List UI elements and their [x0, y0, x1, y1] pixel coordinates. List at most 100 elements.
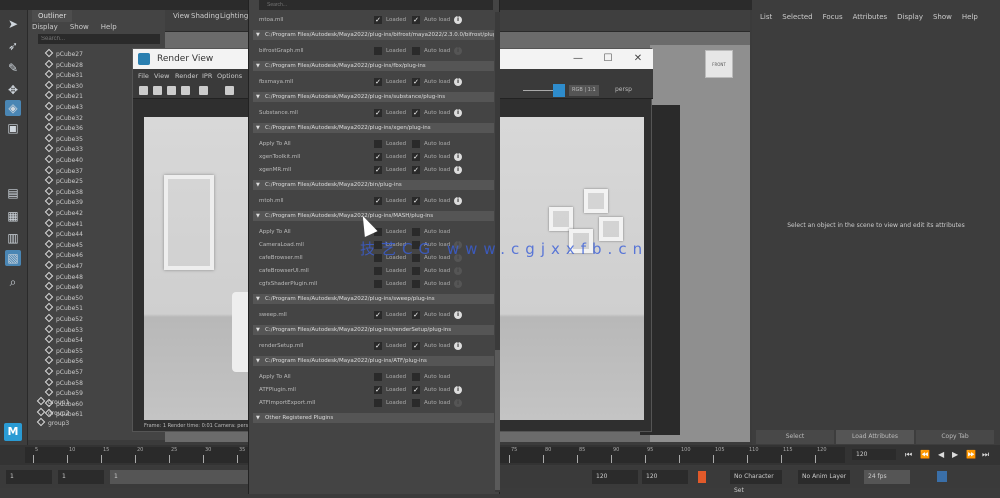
- outliner-item[interactable]: pCube51: [44, 303, 83, 314]
- info-icon[interactable]: i: [454, 109, 462, 117]
- info-icon[interactable]: i: [454, 153, 462, 161]
- menu-show[interactable]: Show: [933, 13, 952, 21]
- end-frame-field[interactable]: 120: [642, 470, 688, 484]
- autoload-checkbox[interactable]: [412, 140, 420, 148]
- plugin-filter-input[interactable]: [259, 0, 493, 10]
- start-frame-field[interactable]: 1: [6, 470, 52, 484]
- outliner-item[interactable]: pCube37: [44, 165, 83, 177]
- open-image-icon[interactable]: [139, 86, 148, 95]
- menu-help[interactable]: Help: [962, 13, 978, 21]
- plugin-path-header[interactable]: Other Registered Plugins: [253, 413, 494, 423]
- ipr-icon[interactable]: [225, 86, 234, 95]
- outliner-item[interactable]: pCube31: [44, 69, 83, 81]
- menu-file[interactable]: File: [138, 69, 149, 83]
- info-icon[interactable]: i: [454, 47, 462, 55]
- rotate-tool-icon[interactable]: ◈: [5, 100, 21, 116]
- loaded-checkbox[interactable]: ✓: [374, 386, 382, 394]
- outliner-item[interactable]: pCube30: [44, 80, 83, 92]
- loaded-checkbox[interactable]: ✓: [374, 78, 382, 86]
- loaded-checkbox[interactable]: [374, 280, 382, 288]
- autoload-checkbox[interactable]: [412, 47, 420, 55]
- info-icon[interactable]: i: [454, 267, 462, 275]
- auto-key-icon[interactable]: [698, 471, 706, 483]
- outliner-item[interactable]: pCube27: [44, 48, 83, 60]
- outliner-item[interactable]: pCube36: [44, 122, 83, 134]
- preferences-icon[interactable]: [937, 471, 947, 482]
- plugin-path-header[interactable]: C:/Program Files/Autodesk/Maya2022/plug-…: [253, 294, 494, 304]
- loaded-checkbox[interactable]: ✓: [374, 166, 382, 174]
- loaded-checkbox[interactable]: [374, 399, 382, 407]
- outliner-item[interactable]: pCube25: [44, 175, 83, 187]
- menu-view[interactable]: View: [173, 12, 190, 20]
- plugin-path-header[interactable]: C:/Program Files/Autodesk/Maya2022/bin/p…: [253, 180, 494, 190]
- outliner-group-item[interactable]: group2: [36, 407, 69, 419]
- go-to-start-button[interactable]: ⏮: [905, 450, 912, 460]
- menu-view[interactable]: View: [154, 69, 169, 83]
- step-back-button[interactable]: ⏪: [920, 450, 930, 459]
- save-image-icon[interactable]: [153, 86, 162, 95]
- info-icon[interactable]: i: [454, 166, 462, 174]
- search-icon[interactable]: ⌕: [5, 274, 21, 290]
- copy-tab-button[interactable]: Copy Tab: [916, 430, 994, 444]
- outliner-group-item[interactable]: group3: [36, 417, 69, 429]
- outliner-item[interactable]: pCube28: [44, 59, 83, 71]
- lasso-tool-icon[interactable]: ➶: [5, 38, 21, 54]
- outliner-item[interactable]: pCube57: [44, 366, 83, 378]
- paint-select-icon[interactable]: ✎: [5, 60, 21, 76]
- anim-end-field[interactable]: 120: [592, 470, 638, 484]
- autoload-checkbox[interactable]: ✓: [412, 342, 420, 350]
- info-icon[interactable]: i: [454, 386, 462, 394]
- loaded-checkbox[interactable]: ✓: [374, 311, 382, 319]
- outliner-item[interactable]: pCube50: [44, 292, 83, 304]
- menu-show[interactable]: Show: [70, 23, 89, 31]
- camera-readout[interactable]: persp: [615, 86, 632, 93]
- plugin-path-header[interactable]: C:/Program Files/Autodesk/Maya2022/plug-…: [253, 211, 494, 221]
- loaded-checkbox[interactable]: ✓: [374, 153, 382, 161]
- menu-options[interactable]: Options: [217, 69, 242, 83]
- outliner-item[interactable]: pCube40: [44, 154, 83, 166]
- viewcube[interactable]: FRONT: [705, 50, 733, 78]
- loaded-checkbox[interactable]: ✓: [374, 16, 382, 24]
- outliner-item[interactable]: pCube49: [44, 281, 83, 293]
- play-forward-button[interactable]: ▶: [952, 450, 958, 459]
- outliner-item[interactable]: pCube38: [44, 186, 83, 198]
- autoload-checkbox[interactable]: ✓: [412, 386, 420, 394]
- fps-dropdown[interactable]: 24 fps: [864, 470, 910, 484]
- autoload-checkbox[interactable]: [412, 228, 420, 236]
- autoload-checkbox[interactable]: ✓: [412, 109, 420, 117]
- info-icon[interactable]: i: [454, 280, 462, 288]
- load-attributes-button[interactable]: Load Attributes: [836, 430, 914, 444]
- plugin-path-header[interactable]: C:/Program Files/Autodesk/Maya2022/plug-…: [253, 123, 494, 133]
- menu-shading[interactable]: Shading: [191, 12, 219, 20]
- layout-outliner-icon[interactable]: ▧: [5, 250, 21, 266]
- autoload-checkbox[interactable]: ✓: [412, 166, 420, 174]
- menu-display[interactable]: Display: [32, 23, 58, 31]
- autoload-checkbox[interactable]: ✓: [412, 311, 420, 319]
- outliner-item[interactable]: pCube52: [44, 313, 83, 325]
- outliner-item[interactable]: pCube44: [44, 228, 83, 240]
- plugin-path-header[interactable]: C:/Program Files/Autodesk/Maya2022/plug-…: [253, 61, 494, 71]
- plugin-path-header[interactable]: C:/Program Files/Autodesk/Maya2022/plug-…: [253, 30, 494, 40]
- outliner-item[interactable]: pCube53: [44, 324, 83, 336]
- loaded-checkbox[interactable]: [374, 47, 382, 55]
- step-forward-button[interactable]: ⏩: [966, 450, 976, 459]
- loaded-checkbox[interactable]: [374, 140, 382, 148]
- loaded-checkbox[interactable]: ✓: [374, 197, 382, 205]
- layout-single-icon[interactable]: ▤: [5, 185, 21, 201]
- autoload-checkbox[interactable]: ✓: [412, 78, 420, 86]
- outliner-item[interactable]: pCube41: [44, 218, 83, 230]
- menu-lighting[interactable]: Lighting: [220, 12, 248, 20]
- outliner-item[interactable]: pCube45: [44, 239, 83, 251]
- select-button[interactable]: Select: [756, 430, 834, 444]
- info-icon[interactable]: i: [454, 342, 462, 350]
- outliner-item[interactable]: pCube42: [44, 207, 83, 219]
- outliner-item[interactable]: pCube54: [44, 334, 83, 346]
- layout-two-icon[interactable]: ▥: [5, 230, 21, 246]
- outliner-item[interactable]: pCube32: [44, 112, 83, 124]
- outliner-item[interactable]: pCube47: [44, 260, 83, 272]
- outliner-item[interactable]: pCube33: [44, 144, 83, 155]
- menu-selected[interactable]: Selected: [782, 13, 812, 21]
- menu-attributes[interactable]: Attributes: [853, 13, 888, 21]
- layout-four-icon[interactable]: ▦: [5, 208, 21, 224]
- menu-ipr[interactable]: IPR: [202, 69, 212, 83]
